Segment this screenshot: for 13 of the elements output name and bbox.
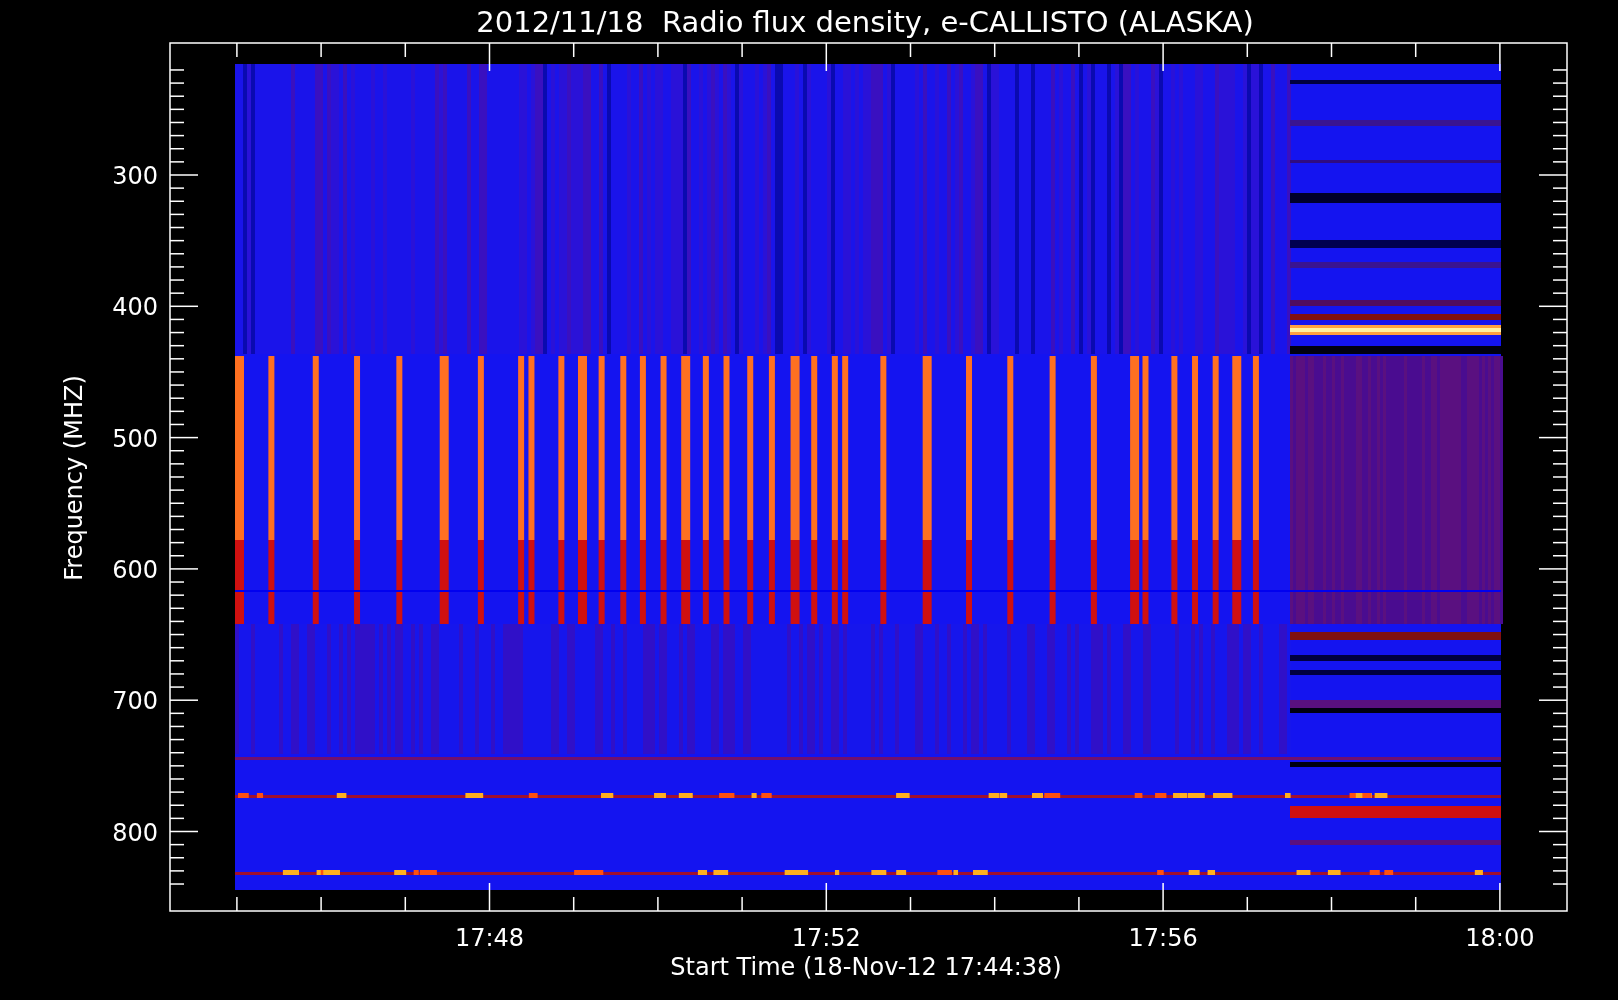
chart-title: 2012/11/18 Radio flux density, e-CALLISTO (ALASKA) <box>476 5 1254 39</box>
y-tick-label: 800 <box>112 818 158 847</box>
y-tick-label: 700 <box>112 687 158 716</box>
y-tick-label: 300 <box>112 162 158 190</box>
x-tick-label: 17:48 <box>454 924 525 952</box>
x-tick-label: 17:56 <box>1128 924 1198 952</box>
y-tick-label: 400 <box>112 293 158 322</box>
x-axis-label: Start Time (18-Nov-12 17:44:38) <box>670 953 1062 981</box>
y-axis-label: Frequency (MHZ) <box>60 375 88 581</box>
x-tick-label: 18:00 <box>1465 924 1535 952</box>
y-tick-label: 500 <box>112 424 158 453</box>
y-tick-label: 600 <box>112 555 158 584</box>
x-tick-label: 17:52 <box>791 924 861 952</box>
